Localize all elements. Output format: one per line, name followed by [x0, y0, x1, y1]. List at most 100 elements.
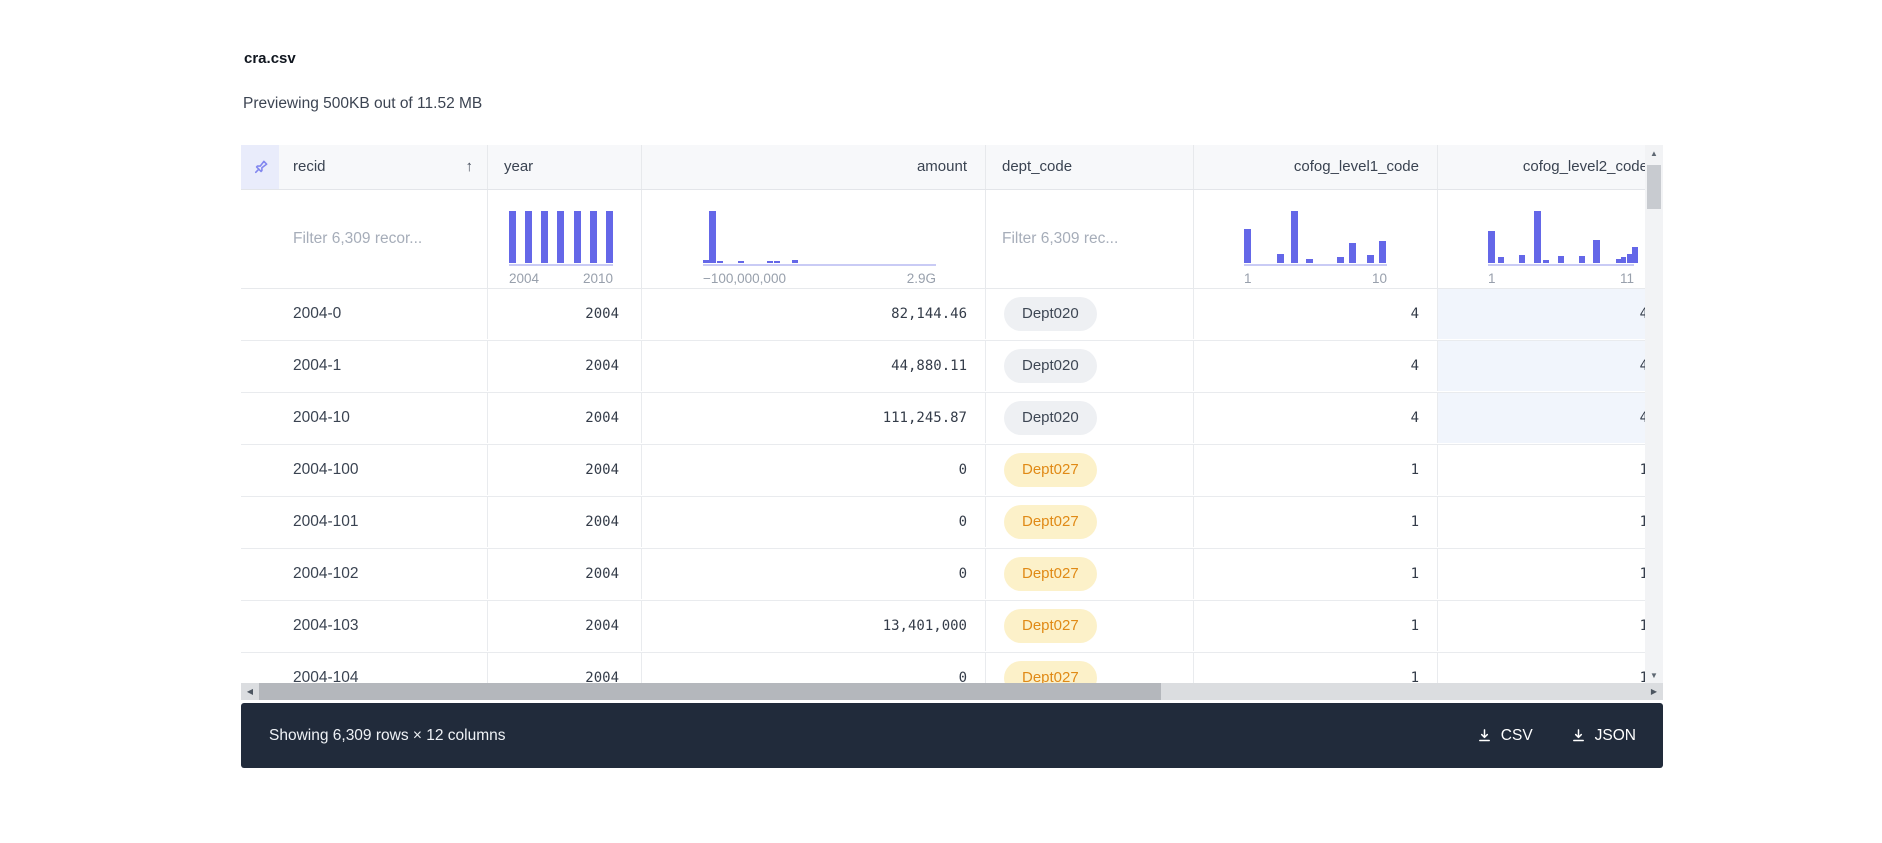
cell-cofog1: 4 [1193, 393, 1437, 443]
histogram-amount[interactable]: −100,000,000 2.9G [703, 211, 936, 286]
pin-icon [251, 158, 270, 177]
download-icon [1477, 728, 1492, 743]
scroll-down-arrow-icon[interactable]: ▼ [1645, 667, 1663, 683]
column-header-label: year [504, 158, 533, 175]
histogram-baseline [1244, 264, 1387, 266]
vertical-scrollbar[interactable]: ▲ ▼ [1645, 145, 1663, 683]
histogram-cofog_level1_code[interactable]: 1 10 [1244, 211, 1387, 286]
dept-code-badge: Dept027 [1004, 557, 1097, 591]
cell-cofog2: 1 [1437, 445, 1645, 495]
cell-cofog1: 1 [1193, 601, 1437, 651]
filter-input-recid[interactable]: Filter 6,309 recor... [293, 190, 422, 288]
histogram-bar [1337, 257, 1344, 263]
histogram-bar [1291, 211, 1298, 263]
histogram-max-label: 2.9G [907, 271, 936, 286]
cell-cofog2: 1 [1437, 497, 1645, 547]
histogram-bar [1558, 256, 1564, 263]
scroll-up-arrow-icon[interactable]: ▲ [1645, 145, 1663, 161]
column-header-label: cofog_level1_code [1294, 158, 1419, 175]
histogram-bar [1277, 254, 1284, 263]
csv-download-button[interactable]: CSV [1475, 723, 1535, 749]
column-header-label: amount [917, 158, 967, 175]
histogram-min-label: 1 [1244, 271, 1252, 286]
sort-ascending-icon[interactable]: ↑ [466, 145, 474, 188]
json-download-button[interactable]: JSON [1569, 723, 1638, 749]
status-bar: Showing 6,309 rows × 12 columns CSV JSON [241, 703, 1663, 768]
cell-amount: 111,245.87 [641, 393, 985, 443]
cell-dept: Dept027 [985, 601, 1193, 651]
histogram-bar [1593, 240, 1600, 263]
cell-amount: 0 [641, 549, 985, 599]
column-header-year[interactable]: year [487, 145, 641, 189]
data-table: recid ↑ year amount dept_code cofog_level1_co… [241, 145, 1663, 700]
dept-code-badge: Dept027 [1004, 453, 1097, 487]
histogram-bar [1379, 241, 1386, 263]
cell-year: 2004 [487, 549, 641, 599]
column-header-cofog_level2_code[interactable]: cofog_level2_code [1437, 145, 1645, 189]
table-row: 2004-0200482,144.46Dept02044 [241, 289, 1645, 341]
header-row: recid ↑ year amount dept_code cofog_level1_co… [241, 145, 1645, 190]
histogram-bar [1244, 229, 1251, 263]
cell-dept: Dept020 [985, 341, 1193, 391]
filter-cell-recid: Filter 6,309 recor... [241, 190, 487, 288]
cell-dept: Dept027 [985, 497, 1193, 547]
csv-button-label: CSV [1501, 727, 1533, 745]
horizontal-scrollbar[interactable]: ◀ ▶ [241, 683, 1663, 700]
histogram-max-label: 10 [1372, 271, 1387, 286]
dept-code-badge: Dept020 [1004, 349, 1097, 383]
row-count-status: Showing 6,309 rows × 12 columns [269, 727, 1475, 745]
histogram-bar [1621, 257, 1626, 263]
cell-year: 2004 [487, 289, 641, 339]
histogram-year[interactable]: 20042010 [509, 211, 613, 286]
scroll-left-arrow-icon[interactable]: ◀ [241, 683, 259, 700]
scroll-right-arrow-icon[interactable]: ▶ [1645, 683, 1663, 700]
horizontal-scrollbar-thumb[interactable] [259, 683, 1161, 700]
cell-recid: 2004-101 [241, 497, 487, 547]
cell-cofog1: 4 [1193, 289, 1437, 339]
cell-year: 2004 [487, 445, 641, 495]
histogram-bar [574, 211, 581, 263]
cell-cofog2: 4 [1437, 393, 1645, 443]
filter-row: Filter 6,309 recor... 20042010 −100,000,00… [241, 190, 1645, 289]
column-header-amount[interactable]: amount [641, 145, 985, 189]
cell-recid: 2004-0 [241, 289, 487, 339]
cell-dept: Dept027 [985, 549, 1193, 599]
filter-input-dept_code[interactable]: Filter 6,309 rec... [1002, 190, 1118, 288]
cell-dept: Dept020 [985, 289, 1193, 339]
dept-code-badge: Dept027 [1004, 609, 1097, 643]
cell-amount: 0 [641, 653, 985, 683]
histogram-cofog_level2_code[interactable]: 111 [1488, 211, 1634, 286]
cell-cofog1: 4 [1193, 341, 1437, 391]
table-row: 2004-103200413,401,000Dept02711 [241, 601, 1645, 653]
histogram-bar [557, 211, 564, 263]
filter-cell-cofog_level2_code: 111 [1437, 190, 1645, 288]
filter-cell-amount: −100,000,000 2.9G [641, 190, 985, 288]
histogram-bar [1534, 211, 1541, 263]
histogram-bar [774, 261, 780, 263]
pin-column-header[interactable] [241, 145, 279, 189]
cell-year: 2004 [487, 393, 641, 443]
column-header-cofog_level1_code[interactable]: cofog_level1_code [1193, 145, 1437, 189]
histogram-bar [1543, 260, 1549, 263]
cell-year: 2004 [487, 601, 641, 651]
histogram-min-label: −100,000,000 [703, 271, 786, 286]
filter-cell-cofog_level1_code: 1 10 [1193, 190, 1437, 288]
column-header-label: recid [293, 158, 326, 175]
cell-cofog2: 1 [1437, 653, 1645, 683]
cell-recid: 2004-1 [241, 341, 487, 391]
cell-recid: 2004-100 [241, 445, 487, 495]
cell-dept: Dept020 [985, 393, 1193, 443]
filter-cell-dept_code: Filter 6,309 rec... [985, 190, 1193, 288]
column-header-dept_code[interactable]: dept_code [985, 145, 1193, 189]
histogram-max-label: 2010 [583, 271, 613, 286]
column-header-recid[interactable]: recid ↑ [279, 145, 487, 189]
histogram-bars [1244, 211, 1387, 263]
cell-amount: 0 [641, 497, 985, 547]
table-row: 2004-10020040Dept02711 [241, 445, 1645, 497]
cell-recid: 2004-10 [241, 393, 487, 443]
download-icon [1571, 728, 1586, 743]
vertical-scrollbar-thumb[interactable] [1647, 165, 1661, 209]
histogram-min-label: 1 [1488, 271, 1496, 286]
cell-cofog2: 1 [1437, 549, 1645, 599]
histogram-baseline [509, 264, 613, 266]
